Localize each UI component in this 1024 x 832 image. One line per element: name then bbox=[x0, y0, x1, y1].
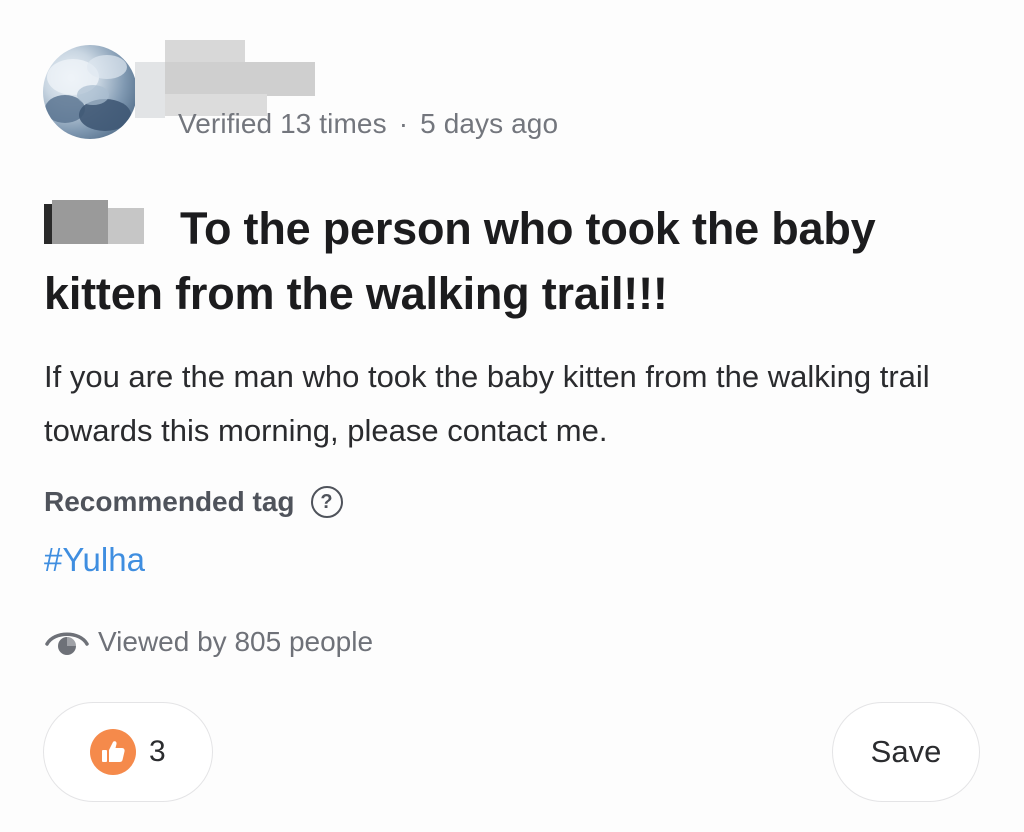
like-button[interactable]: 3 bbox=[43, 702, 213, 802]
eye-icon bbox=[45, 632, 89, 655]
view-count-row: Viewed by 805 people bbox=[44, 622, 373, 662]
hashtag-link[interactable]: #Yulha bbox=[44, 541, 145, 579]
post-card: Verified 13 times · 5 days ago To the pers… bbox=[0, 0, 1024, 832]
like-count: 3 bbox=[149, 735, 166, 768]
recommended-tag-row: Recommended tag ? bbox=[44, 486, 343, 518]
post-meta: Verified 13 times · 5 days ago bbox=[178, 108, 558, 140]
view-count: Viewed by 805 people bbox=[98, 626, 374, 657]
avatar[interactable] bbox=[43, 45, 137, 139]
post-time: 5 days ago bbox=[420, 108, 559, 139]
save-button[interactable]: Save bbox=[832, 702, 980, 802]
help-icon[interactable]: ? bbox=[310, 486, 343, 518]
post-title: To the person who took the baby kitten f… bbox=[44, 203, 876, 319]
meta-separator: · bbox=[398, 108, 409, 139]
post-body: If you are the man who took the baby kit… bbox=[44, 359, 930, 448]
thumbs-up-icon bbox=[90, 729, 136, 775]
recommended-tag-label: Recommended tag bbox=[44, 486, 295, 517]
verified-count: Verified 13 times bbox=[178, 108, 387, 139]
